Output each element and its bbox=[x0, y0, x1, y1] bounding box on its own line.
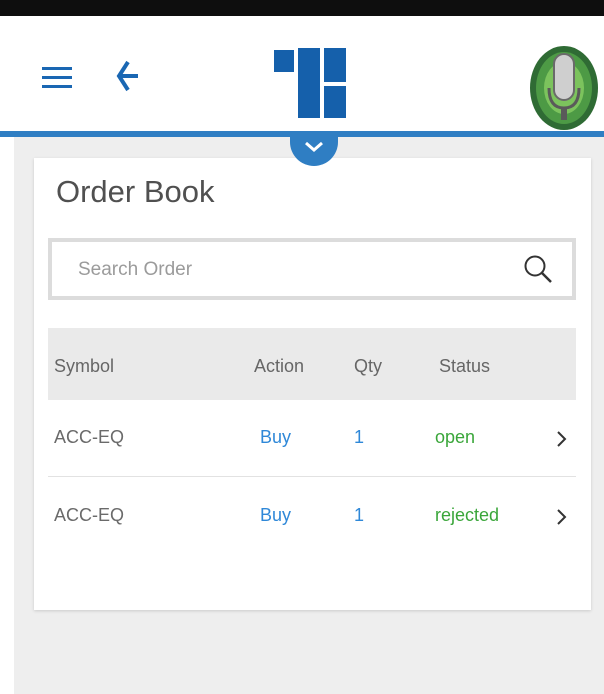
table-row[interactable]: ACC-EQ Buy 1 open bbox=[48, 400, 576, 477]
order-action: Buy bbox=[260, 505, 292, 525]
back-arrow-icon[interactable] bbox=[108, 58, 144, 98]
order-qty: 1 bbox=[354, 427, 365, 447]
column-header-action: Action bbox=[254, 356, 305, 376]
chevron-right-icon[interactable] bbox=[556, 430, 568, 453]
search-input[interactable] bbox=[76, 254, 510, 286]
order-symbol: ACC-EQ bbox=[54, 505, 125, 525]
page-title: Order Book bbox=[56, 174, 215, 209]
search-box bbox=[48, 238, 576, 300]
order-status: open bbox=[435, 427, 476, 447]
column-header-symbol: Symbol bbox=[54, 356, 115, 376]
microphone-avatar-icon[interactable] bbox=[524, 34, 604, 132]
order-symbol: ACC-EQ bbox=[54, 427, 125, 447]
order-book-card: Order Book Symbol Action Qty Status ACC-… bbox=[34, 158, 591, 610]
table-header: Symbol Action Qty Status bbox=[48, 328, 576, 400]
order-status: rejected bbox=[435, 505, 500, 525]
order-action: Buy bbox=[260, 427, 292, 447]
hamburger-menu-icon[interactable] bbox=[42, 67, 72, 91]
column-header-qty: Qty bbox=[354, 356, 383, 376]
table-row[interactable]: ACC-EQ Buy 1 rejected bbox=[48, 478, 576, 554]
search-icon[interactable] bbox=[522, 253, 554, 285]
brand-logo-icon bbox=[268, 44, 350, 120]
chevron-down-icon bbox=[305, 141, 323, 152]
order-qty: 1 bbox=[354, 505, 365, 525]
chevron-right-icon[interactable] bbox=[556, 508, 568, 531]
column-header-status: Status bbox=[439, 356, 491, 376]
top-status-bar bbox=[0, 0, 604, 16]
